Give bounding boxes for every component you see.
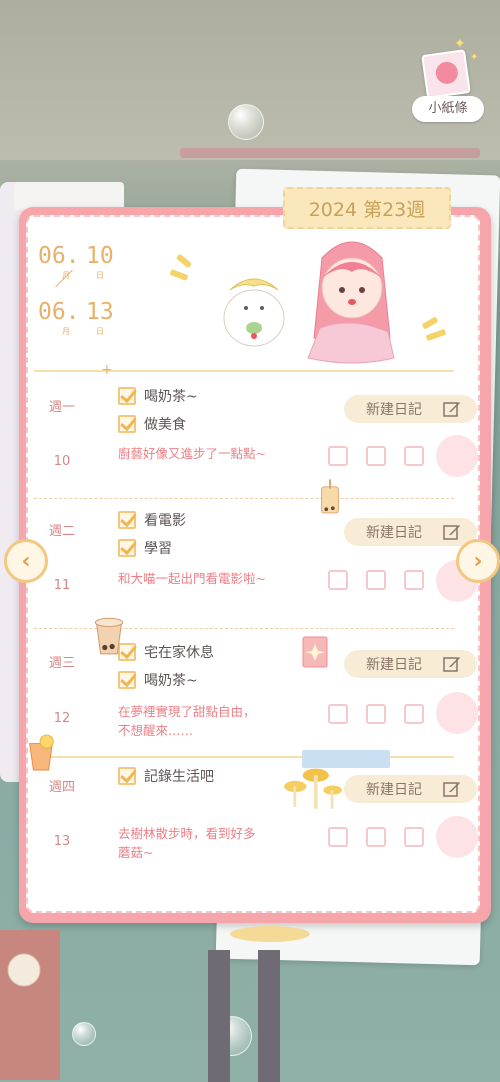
- start-day: 10: [86, 243, 114, 269]
- next-week-button[interactable]: ›: [456, 539, 500, 583]
- stamp-slot[interactable]: [328, 446, 348, 466]
- day-date: 11: [53, 578, 71, 593]
- checkbox-checked-icon[interactable]: [118, 671, 136, 689]
- bottom-scene-decoration: [0, 926, 310, 1082]
- diary-note: 廚藝好像又進步了一點點~: [118, 446, 266, 461]
- star-icon: ✦: [470, 52, 479, 63]
- mini-note-label: 小紙條: [412, 96, 484, 122]
- bubble-decoration: [228, 104, 264, 140]
- checkbox-checked-icon[interactable]: [118, 415, 136, 433]
- checkbox-checked-icon[interactable]: [118, 387, 136, 405]
- chevron-left-icon: ‹: [21, 548, 31, 574]
- stamp-slot[interactable]: [366, 570, 386, 590]
- new-diary-button[interactable]: 新建日記: [344, 395, 477, 423]
- stamp-slot[interactable]: [404, 827, 424, 847]
- bubble-tea-sticker: [94, 617, 124, 655]
- stamp-slot[interactable]: [366, 827, 386, 847]
- day-unit: 日: [96, 327, 104, 336]
- day-date: 12: [53, 711, 71, 726]
- end-day: 13: [86, 299, 114, 325]
- background-shelf: [180, 148, 480, 158]
- weekday-label: 週二: [48, 524, 75, 539]
- mood-sticker-slot[interactable]: [436, 692, 478, 734]
- stamp-slot[interactable]: [404, 570, 424, 590]
- day-date: 10: [53, 454, 71, 469]
- header-divider: [34, 370, 454, 372]
- month-unit: 月: [62, 327, 70, 336]
- chevron-right-icon: ›: [473, 548, 483, 574]
- todo-item[interactable]: 喝奶茶~: [118, 386, 198, 406]
- checkbox-checked-icon[interactable]: [118, 511, 136, 529]
- plus-icon: +: [101, 362, 113, 378]
- stamp-slot[interactable]: [366, 446, 386, 466]
- new-diary-button[interactable]: 新建日記: [344, 650, 477, 678]
- todo-item[interactable]: 看電影: [118, 510, 186, 530]
- stamp-slot[interactable]: [404, 704, 424, 724]
- todo-item[interactable]: 記錄生活吧: [118, 766, 214, 786]
- mini-note-photo-icon: [421, 49, 471, 99]
- day-divider: [34, 498, 454, 499]
- checkbox-checked-icon[interactable]: [118, 767, 136, 785]
- characters-illustration: [223, 241, 395, 364]
- star-icon: ✦: [454, 36, 466, 52]
- bubble-tea-sticker: [321, 479, 339, 514]
- week-tag: 2024 第23週: [283, 187, 451, 229]
- stamp-slot[interactable]: [328, 570, 348, 590]
- stamp-slot[interactable]: [366, 704, 386, 724]
- stamp-slot[interactable]: [404, 446, 424, 466]
- mushroom-sticker: [284, 768, 342, 809]
- weekday-label: 週四: [48, 780, 75, 795]
- edit-icon: [443, 402, 460, 417]
- diary-note: 去樹林散步時，看到好多 蘑菇~: [118, 826, 256, 860]
- todo-item[interactable]: 學習: [118, 538, 172, 558]
- edit-icon: [443, 782, 460, 797]
- stamp-slot[interactable]: [328, 704, 348, 724]
- back-paper-tab: [14, 182, 124, 210]
- mood-sticker-slot[interactable]: [436, 435, 478, 477]
- edit-icon: [443, 525, 460, 540]
- mood-sticker-slot[interactable]: [436, 816, 478, 858]
- card-sticker: [302, 636, 328, 668]
- diary-note: 和大喵一起出門看電影啦~: [118, 571, 266, 586]
- day-divider: [34, 756, 454, 758]
- start-month: 06.: [38, 243, 80, 269]
- previous-week-button[interactable]: ‹: [4, 539, 48, 583]
- new-diary-button[interactable]: 新建日記: [344, 518, 477, 546]
- day-unit: 日: [96, 271, 104, 280]
- diary-note: 在夢裡實現了甜點自由， 不想醒來……: [118, 704, 256, 738]
- new-diary-button[interactable]: 新建日記: [344, 775, 477, 803]
- juice-sticker: [29, 734, 54, 771]
- edit-icon: [443, 657, 460, 672]
- checkbox-checked-icon[interactable]: [118, 539, 136, 557]
- todo-item[interactable]: 喝奶茶~: [118, 670, 198, 690]
- stamp-slot[interactable]: [328, 827, 348, 847]
- weekday-label: 週一: [48, 400, 75, 415]
- todo-item[interactable]: 宅在家休息: [118, 642, 214, 662]
- end-month: 06.: [38, 299, 80, 325]
- day-date: 13: [53, 834, 71, 849]
- weekday-label: 週三: [48, 656, 75, 671]
- todo-item[interactable]: 做美食: [118, 414, 186, 434]
